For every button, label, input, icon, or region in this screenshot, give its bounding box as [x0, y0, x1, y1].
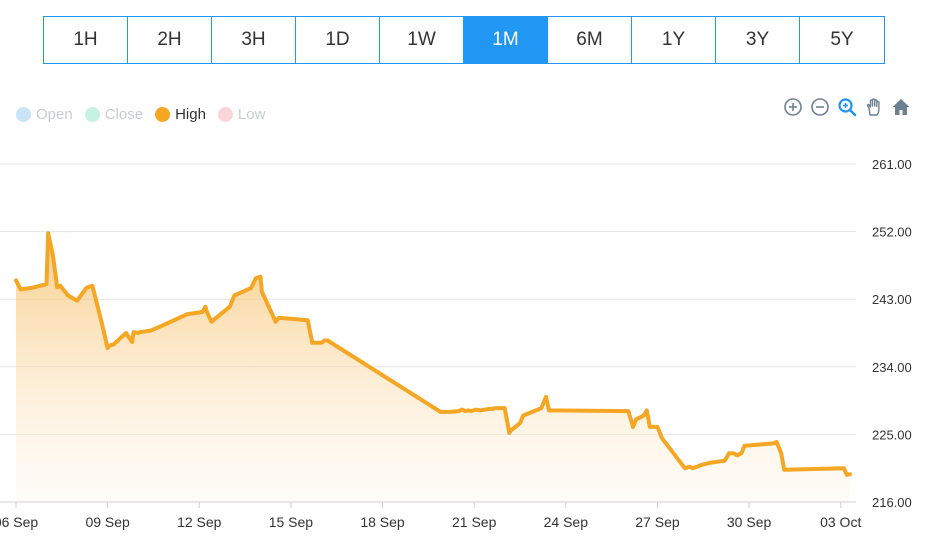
x-tick-label: 27 Sep [635, 514, 680, 530]
legend-marker [16, 107, 31, 122]
range-selector: 1H 2H 3H 1D 1W 1M 6M 1Y 3Y 5Y [43, 16, 885, 64]
range-button-1w[interactable]: 1W [380, 17, 464, 63]
selection-zoom-icon[interactable] [836, 96, 858, 118]
legend-item-close[interactable]: Close [84, 106, 144, 123]
chart-area: 06 Sep 09 Sep 12 Sep 15 Sep 18 Sep 21 Sep 24 S… [0, 157, 912, 530]
x-tick-label: 18 Sep [360, 514, 405, 530]
legend-item-high[interactable]: High [155, 106, 206, 123]
legend-label: High [175, 106, 206, 123]
x-tick-label: 03 Oct [820, 514, 861, 530]
y-tick-label: 234.00 [872, 360, 912, 375]
y-tick-label: 225.00 [872, 427, 912, 442]
range-button-3y[interactable]: 3Y [716, 17, 800, 63]
zoom-in-icon[interactable] [782, 96, 804, 118]
legend-marker [155, 107, 171, 122]
x-tick-label: 24 Sep [544, 514, 589, 530]
range-button-2h[interactable]: 2H [128, 17, 212, 63]
x-tick-label: 09 Sep [85, 514, 130, 530]
x-tick-label: 21 Sep [452, 514, 497, 530]
legend-label: Low [237, 106, 266, 123]
range-button-1h[interactable]: 1H [44, 17, 128, 63]
legend-item-low[interactable]: Low [217, 106, 266, 123]
x-tick-label: 30 Sep [727, 514, 772, 530]
y-tick-label: 261.00 [872, 157, 912, 172]
x-tick-label: 12 Sep [177, 514, 222, 530]
x-axis: 06 Sep 09 Sep 12 Sep 15 Sep 18 Sep 21 Sep 24 S… [0, 501, 861, 530]
chart-legend: Open Close High Low [16, 106, 265, 123]
range-button-6m[interactable]: 6M [548, 17, 632, 63]
legend-item-open[interactable]: Open [16, 106, 73, 123]
legend-label: Open [36, 106, 73, 123]
x-tick-label: 06 Sep [0, 514, 38, 530]
y-tick-label: 243.00 [872, 292, 912, 307]
legend-marker [84, 107, 100, 122]
range-button-5y[interactable]: 5Y [800, 17, 884, 63]
pan-hand-icon[interactable] [863, 96, 885, 118]
chart-toolbar [782, 96, 912, 118]
range-button-1y[interactable]: 1Y [632, 17, 716, 63]
y-tick-label: 216.00 [872, 495, 912, 510]
range-button-1d[interactable]: 1D [296, 17, 380, 63]
range-button-1m[interactable]: 1M [464, 17, 548, 63]
range-button-3h[interactable]: 3H [212, 17, 296, 63]
home-reset-icon[interactable] [890, 96, 912, 118]
legend-marker [217, 107, 233, 122]
y-tick-label: 252.00 [872, 225, 912, 240]
zoom-out-icon[interactable] [809, 96, 831, 118]
legend-label: Close [104, 106, 144, 123]
x-tick-label: 15 Sep [269, 514, 314, 530]
y-axis: 216.00 225.00 234.00 243.00 252.00 261.00 [872, 157, 912, 510]
